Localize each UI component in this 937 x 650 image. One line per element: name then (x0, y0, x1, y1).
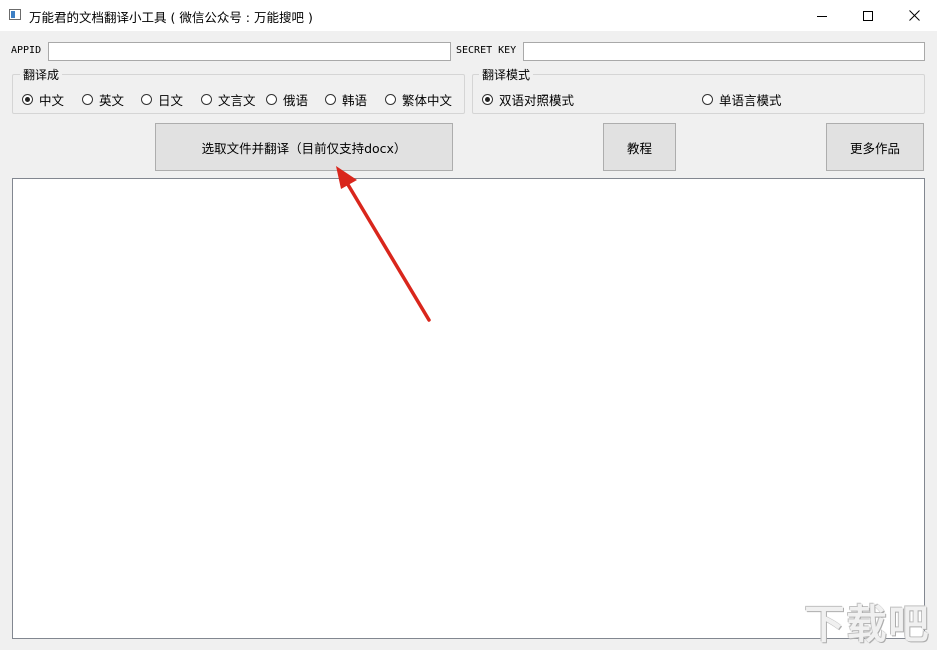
radio-lang-korean[interactable]: 韩语 (325, 90, 367, 109)
close-button[interactable] (891, 0, 937, 31)
minimize-icon (817, 15, 827, 17)
radio-lang-classical-chinese[interactable]: 文言文 (201, 90, 256, 109)
radio-lang-english[interactable]: 英文 (82, 90, 124, 109)
radio-empty-icon (201, 94, 212, 105)
radio-selected-icon (482, 94, 493, 105)
secret-key-input[interactable] (523, 42, 925, 61)
radio-label: 双语对照模式 (499, 93, 575, 108)
site-watermark: 下载吧 (800, 594, 935, 648)
minimize-button[interactable] (799, 0, 845, 31)
radio-mode-bilingual[interactable]: 双语对照模式 (482, 90, 574, 109)
close-icon (908, 10, 920, 21)
appid-label: APPID (11, 45, 42, 56)
radio-empty-icon (385, 94, 396, 105)
radio-label: 繁体中文 (402, 93, 453, 108)
radio-label: 日文 (158, 93, 184, 108)
radio-lang-russian[interactable]: 俄语 (266, 90, 308, 109)
title-bar[interactable]: 万能君的文档翻译小工具 ( 微信公众号 : 万能搜吧 ) (0, 0, 937, 31)
radio-label: 俄语 (283, 93, 309, 108)
appid-input[interactable] (48, 42, 451, 61)
radio-empty-icon (82, 94, 93, 105)
radio-mode-monolingual[interactable]: 单语言模式 (702, 90, 782, 109)
maximize-icon (863, 10, 873, 21)
radio-lang-japanese[interactable]: 日文 (141, 90, 183, 109)
radio-label: 英文 (99, 93, 125, 108)
radio-empty-icon (702, 94, 713, 105)
target-language-title: 翻译成 (20, 66, 63, 83)
output-text-area[interactable] (12, 178, 925, 639)
maximize-button[interactable] (845, 0, 891, 31)
secret-key-label: SECRET KEY (456, 45, 517, 56)
translate-mode-title: 翻译模式 (479, 66, 534, 83)
more-works-button[interactable]: 更多作品 (826, 123, 924, 171)
radio-empty-icon (325, 94, 336, 105)
watermark-text: 下载吧 (804, 602, 931, 648)
app-window-icon (9, 9, 21, 20)
radio-label: 单语言模式 (719, 93, 782, 108)
radio-label: 韩语 (342, 93, 368, 108)
radio-lang-chinese[interactable]: 中文 (22, 90, 64, 109)
radio-empty-icon (141, 94, 152, 105)
radio-label: 文言文 (218, 93, 256, 108)
select-file-translate-button[interactable]: 选取文件并翻译（目前仅支持docx） (155, 123, 453, 171)
window-title: 万能君的文档翻译小工具 ( 微信公众号 : 万能搜吧 ) (29, 10, 313, 25)
radio-empty-icon (266, 94, 277, 105)
radio-selected-icon (22, 94, 33, 105)
radio-lang-traditional-chinese[interactable]: 繁体中文 (385, 90, 452, 109)
radio-label: 中文 (39, 93, 65, 108)
tutorial-button[interactable]: 教程 (603, 123, 676, 171)
